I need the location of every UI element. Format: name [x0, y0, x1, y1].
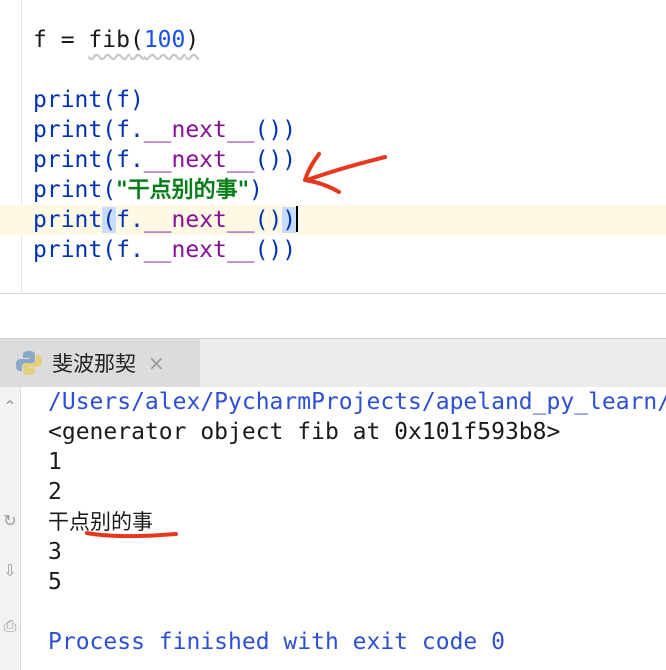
- python-icon: [16, 351, 42, 375]
- console-line-generator: <generator object fib at 0x101f593b8>: [48, 419, 561, 445]
- print-icon[interactable]: ⎙: [1, 612, 19, 640]
- code-line-2[interactable]: print(f): [33, 85, 144, 115]
- up-icon[interactable]: ⌃: [1, 393, 19, 421]
- fib-call: fib(100): [88, 27, 200, 53]
- code-line-4[interactable]: print(f.__next__()): [33, 145, 296, 175]
- run-tab-label: 斐波那契: [52, 352, 136, 376]
- code-line-1[interactable]: f = fib(100): [33, 25, 199, 55]
- console-line-output: 1: [48, 449, 62, 475]
- console-side-toolbar: ⌃ ↻ ⇩ ⎙: [0, 387, 21, 670]
- console-line-output: 2: [48, 479, 62, 505]
- console-line-exit: Process finished with exit code 0: [48, 629, 505, 655]
- rerun-icon[interactable]: ↻: [1, 507, 19, 535]
- close-icon[interactable]: ×: [148, 351, 165, 375]
- code-line-5[interactable]: print("干点别的事"): [33, 175, 263, 205]
- run-toolwindow-header: 斐波那契 ×: [0, 338, 666, 388]
- text-caret: [296, 206, 299, 232]
- code-line-7[interactable]: print(f.__next__()): [33, 235, 296, 265]
- run-tab[interactable]: 斐波那契 ×: [0, 339, 200, 387]
- red-underline-annotation: [85, 531, 178, 539]
- code-editor[interactable]: f = fib(100) print(f) print(f.__next__()…: [0, 0, 666, 294]
- console-line-output: 3: [48, 539, 62, 565]
- red-arrow-annotation: [303, 152, 387, 194]
- console-line-output: 5: [48, 569, 62, 595]
- gutter-divider: [21, 0, 22, 293]
- console-line-path: /Users/alex/PycharmProjects/apeland_py_l…: [48, 389, 666, 415]
- code-line-6[interactable]: print(f.__next__()): [33, 205, 299, 235]
- scroll-to-end-icon[interactable]: ⇩: [1, 557, 19, 585]
- code-line-3[interactable]: print(f.__next__()): [33, 115, 296, 145]
